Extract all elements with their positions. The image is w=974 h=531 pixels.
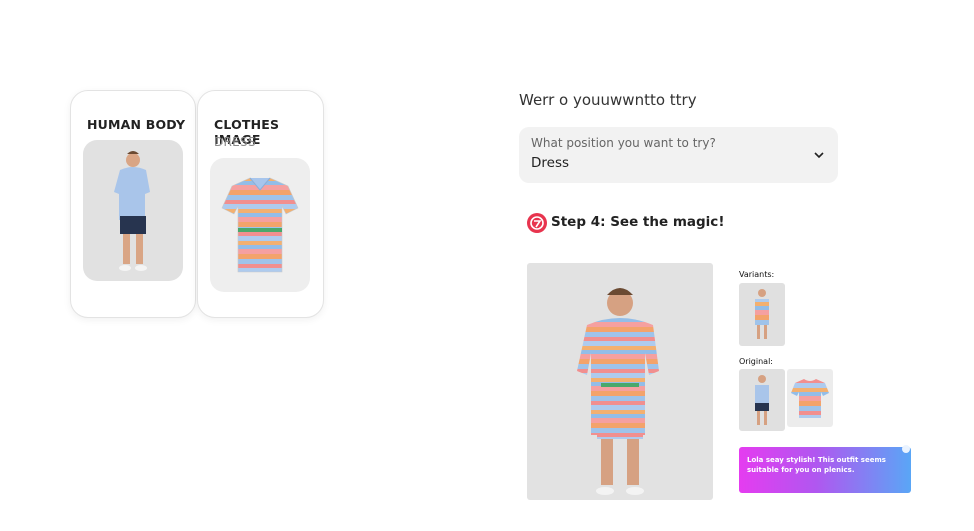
clothes-image — [210, 158, 310, 292]
human-body-title: HUMAN BODY — [87, 117, 186, 132]
chevron-down-icon — [814, 152, 824, 159]
variants-label: Variants: — [739, 270, 775, 279]
result-image — [527, 263, 713, 500]
original-clothes-thumbnail[interactable] — [787, 369, 833, 427]
clothes-type-label: DRESS — [214, 135, 256, 149]
suggestion-toast: Lola seay stylish! This outfit seems sui… — [739, 445, 911, 493]
variant-thumbnail[interactable] — [739, 283, 785, 346]
original-body-thumbnail[interactable] — [739, 369, 785, 431]
position-select-label: What position you want to try? — [531, 136, 716, 150]
step-4-label: Step 4: See the magic! — [551, 214, 725, 230]
original-label: Original: — [739, 357, 773, 366]
close-icon[interactable] — [902, 445, 910, 453]
position-select[interactable]: What position you want to try? Dress — [519, 127, 838, 183]
clothes-image-card[interactable]: CLOTHES IMAGE DRESS — [197, 90, 324, 318]
position-select-value: Dress — [531, 155, 570, 171]
suggestion-message: Lola seay stylish! This outfit seems sui… — [747, 456, 886, 474]
magic-step-icon — [527, 213, 547, 233]
try-heading: Werr o youuwwntto ttry — [519, 91, 697, 109]
human-body-card[interactable]: HUMAN BODY — [70, 90, 196, 318]
human-body-image — [83, 140, 183, 281]
